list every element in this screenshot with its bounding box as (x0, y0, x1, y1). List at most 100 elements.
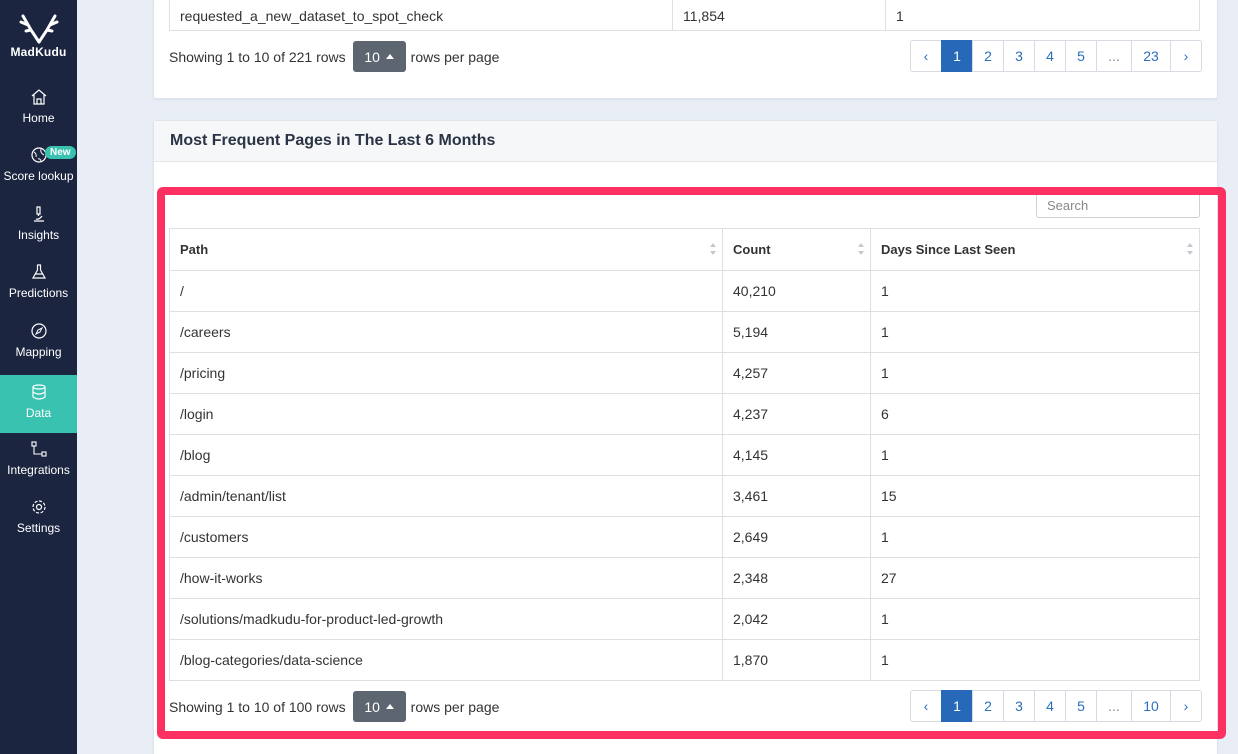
days-cell: 1 (870, 516, 1200, 558)
sidebar-item-mapping[interactable]: Mapping (0, 322, 77, 380)
pager-page-4[interactable]: 4 (1034, 690, 1066, 722)
search-input[interactable] (1036, 193, 1200, 218)
sidebar-item-label: Predictions (8, 286, 69, 300)
count-cell: 2,348 (722, 557, 871, 599)
rows-per-page-value: 10 (364, 698, 380, 715)
pager-prev[interactable]: ‹ (910, 690, 942, 722)
table-cell: 11,854 (672, 0, 886, 31)
table-row: /careers 5,194 1 (169, 311, 1200, 353)
days-cell: 15 (870, 475, 1200, 517)
table-cell: 1 (885, 0, 1200, 31)
column-header-label: Days Since Last Seen (881, 242, 1016, 257)
pager-page-1[interactable]: 1 (941, 690, 973, 722)
column-header-days-since-last-seen[interactable]: Days Since Last Seen (870, 228, 1200, 271)
pager-page-3[interactable]: 3 (1003, 40, 1035, 72)
days-cell: 1 (870, 270, 1200, 312)
count-cell: 40,210 (722, 270, 871, 312)
card-title: Most Frequent Pages in The Last 6 Months (170, 132, 496, 149)
rows-showing-text: Showing 1 to 10 of 100 rows (169, 698, 346, 715)
gear-icon (0, 498, 77, 518)
antlers-logo-icon (19, 14, 58, 44)
days-cell: 1 (870, 434, 1200, 476)
pager-next[interactable]: › (1170, 40, 1202, 72)
rows-per-page-dropdown[interactable]: 10 (352, 691, 406, 722)
pager-ellipsis: ... (1096, 40, 1132, 72)
sidebar-item-label: Mapping (15, 345, 62, 359)
count-cell: 2,042 (722, 598, 871, 640)
days-cell: 1 (870, 639, 1200, 681)
count-cell: 5,194 (722, 311, 871, 353)
logo[interactable]: MadKudu (0, 12, 77, 59)
column-header-count[interactable]: Count (722, 228, 871, 271)
pager-page-last[interactable]: 23 (1131, 40, 1171, 72)
sidebar-item-score-lookup[interactable]: New Score lookup (0, 146, 77, 204)
pager-ellipsis: ... (1096, 690, 1132, 722)
path-cell: /blog-categories/data-science (169, 639, 723, 681)
sidebar-item-predictions[interactable]: Predictions (0, 263, 77, 321)
days-cell: 1 (870, 311, 1200, 353)
sidebar-item-label: Home (22, 111, 55, 125)
home-icon (0, 88, 77, 108)
nodes-icon (0, 440, 77, 460)
pager-page-2[interactable]: 2 (972, 40, 1004, 72)
pager-page-5[interactable]: 5 (1065, 690, 1097, 722)
path-cell: / (169, 270, 723, 312)
column-header-path[interactable]: Path (169, 228, 723, 271)
pager-page-3[interactable]: 3 (1003, 690, 1035, 722)
microscope-icon (0, 205, 77, 225)
count-cell: 3,461 (722, 475, 871, 517)
path-cell: /solutions/madkudu-for-product-led-growt… (169, 598, 723, 640)
path-cell: /careers (169, 311, 723, 353)
path-cell: /blog (169, 434, 723, 476)
flask-icon (0, 263, 77, 283)
table-row: requested_a_new_dataset_to_spot_check 11… (169, 0, 1200, 31)
days-cell: 6 (870, 393, 1200, 435)
card-header: Most Frequent Pages in The Last 6 Months (154, 121, 1217, 162)
sort-icon (710, 243, 716, 255)
rows-per-page-dropdown[interactable]: 10 (352, 41, 406, 72)
rows-per-page-label: rows per page (410, 48, 500, 65)
sidebar-item-data[interactable]: Data (0, 375, 77, 433)
count-cell: 4,257 (722, 352, 871, 394)
rows-per-page-value: 10 (364, 48, 380, 65)
table-row: /pricing 4,257 1 (169, 352, 1200, 394)
pager-page-5[interactable]: 5 (1065, 40, 1097, 72)
pager-prev[interactable]: ‹ (910, 40, 942, 72)
sidebar-item-label: Data (25, 406, 52, 420)
days-cell: 1 (870, 352, 1200, 394)
path-cell: /customers (169, 516, 723, 558)
table-row: /blog-categories/data-science 1,870 1 (169, 639, 1200, 681)
days-cell: 1 (870, 598, 1200, 640)
events-table: requested_a_new_dataset_to_spot_check 11… (169, 0, 1200, 31)
sidebar-item-settings[interactable]: Settings (0, 498, 77, 556)
events-table-footer: Showing 1 to 10 of 221 rows 10 rows per … (169, 41, 499, 72)
pager-page-2[interactable]: 2 (972, 690, 1004, 722)
logo-text: MadKudu (10, 45, 67, 59)
frequent-pages-pagination: ‹ 1 2 3 4 5 ... 10 › (910, 690, 1202, 722)
sort-icon (858, 243, 864, 255)
pager-page-4[interactable]: 4 (1034, 40, 1066, 72)
caret-up-icon (385, 704, 394, 709)
sidebar: MadKudu Home New Score lookup Insights P… (0, 0, 77, 754)
sidebar-item-insights[interactable]: Insights (0, 205, 77, 263)
database-icon (0, 383, 77, 403)
sidebar-item-home[interactable]: Home (0, 88, 77, 146)
caret-up-icon (385, 54, 394, 59)
new-badge: New (45, 146, 76, 159)
column-header-label: Path (180, 242, 209, 257)
rows-showing-text: Showing 1 to 10 of 221 rows (169, 48, 346, 65)
table-row: /how-it-works 2,348 27 (169, 557, 1200, 599)
table-cell: requested_a_new_dataset_to_spot_check (169, 0, 673, 31)
sidebar-item-integrations[interactable]: Integrations (0, 440, 77, 498)
path-cell: /admin/tenant/list (169, 475, 723, 517)
table-row: /40,210 1 (169, 270, 1200, 312)
pager-page-1[interactable]: 1 (941, 40, 973, 72)
table-row: /admin/tenant/list 3,461 15 (169, 475, 1200, 517)
table-row: /blog 4,145 1 (169, 434, 1200, 476)
sidebar-item-label: Integrations (7, 463, 70, 477)
column-header-label: Count (733, 242, 771, 257)
pager-next[interactable]: › (1170, 690, 1202, 722)
table-header-row: Path Count Days Since Last Seen (169, 228, 1200, 271)
frequent-pages-table: Path Count Days Since Last Seen /40,210 1… (169, 228, 1200, 681)
pager-page-last[interactable]: 10 (1131, 690, 1171, 722)
